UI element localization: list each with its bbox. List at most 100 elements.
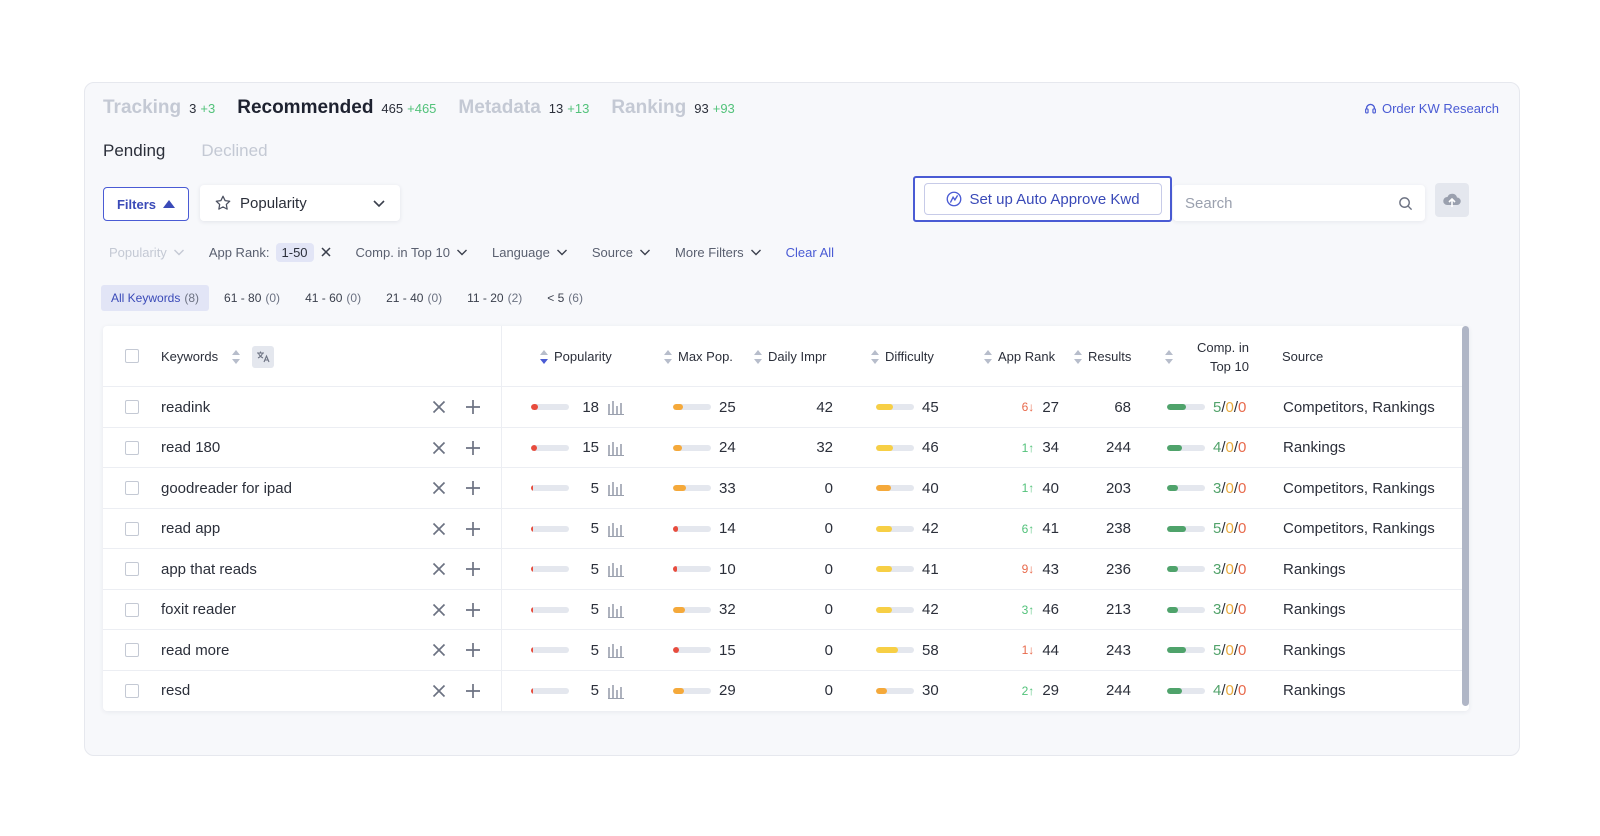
range-tab-41-60[interactable]: 41 - 60 (0) [295, 285, 371, 311]
header-difficulty[interactable]: Difficulty [870, 326, 934, 387]
table-scrollbar[interactable] [1462, 326, 1469, 706]
comp-value: 3/0/0 [1213, 560, 1247, 578]
difficulty-bar-fill [876, 525, 892, 532]
difficulty-cell: 58 [876, 630, 939, 670]
popularity-value: 5 [590, 641, 599, 659]
range-tab-all[interactable]: All Keywords (8) [101, 285, 210, 311]
max-pop-value: 24 [719, 439, 736, 456]
range-tab-under-5[interactable]: < 5 (6) [537, 285, 593, 311]
trend-chart-icon[interactable] [607, 439, 625, 457]
add-button[interactable] [465, 549, 483, 589]
search-icon[interactable] [1398, 196, 1413, 211]
subtab-pending[interactable]: Pending [103, 141, 165, 161]
comp-strong: 4 [1213, 439, 1222, 456]
trend-chart-icon[interactable] [607, 682, 625, 700]
add-button[interactable] [465, 387, 483, 427]
header-results[interactable]: Results [1073, 326, 1131, 387]
filter-popularity-label: Popularity [109, 244, 167, 260]
search-input[interactable] [1185, 194, 1398, 212]
header-keywords[interactable]: Keywords [161, 326, 275, 387]
results-value: 244 [1105, 439, 1131, 456]
decline-button[interactable] [431, 387, 449, 427]
sort-icon [984, 349, 992, 364]
auto-approve-button[interactable]: Set up Auto Approve Kwd [923, 183, 1162, 215]
row-checkbox[interactable] [125, 481, 139, 495]
row-checkbox[interactable] [125, 643, 139, 657]
subtab-declined[interactable]: Declined [201, 141, 267, 161]
range-tab-61-80[interactable]: 61 - 80 (0) [214, 285, 290, 311]
clear-all-link[interactable]: Clear All [786, 245, 834, 260]
row-checkbox[interactable] [125, 400, 139, 414]
decline-button[interactable] [431, 549, 449, 589]
decline-button[interactable] [431, 428, 449, 468]
header-daily-impr[interactable]: Daily Impr [753, 326, 827, 387]
comp-top10-cell: 5/0/0 [1167, 387, 1246, 427]
tab-tracking[interactable]: Tracking 3 +3 [103, 97, 215, 119]
range-tab-11-20[interactable]: 11 - 20 (2) [457, 285, 532, 311]
row-checkbox[interactable] [125, 440, 139, 455]
export-button[interactable] [1435, 183, 1469, 217]
tab-ranking[interactable]: Ranking 93 +93 [611, 97, 734, 119]
comp-value: 3/0/0 [1213, 479, 1247, 497]
difficulty-bar-fill [876, 606, 892, 613]
row-checkbox[interactable] [125, 562, 139, 576]
trend-chart-icon[interactable] [607, 641, 625, 659]
results-value: 238 [1105, 520, 1131, 537]
filter-comp-top10[interactable]: Comp. in Top 10 [356, 245, 468, 260]
row-checkbox[interactable] [125, 683, 139, 698]
difficulty-bar [876, 647, 914, 653]
trend-chart-icon[interactable] [607, 601, 625, 619]
plus-icon [466, 521, 480, 536]
filter-app-rank-value[interactable]: 1-50 [275, 242, 314, 262]
filter-more-label: More Filters [675, 244, 744, 260]
range-tab-label: 61 - 80 [224, 291, 262, 305]
filter-language[interactable]: Language [492, 245, 568, 260]
filter-source[interactable]: Source [592, 245, 651, 260]
header-popularity[interactable]: Popularity [539, 326, 612, 387]
status-subtabs: Pending Declined [103, 141, 268, 161]
row-checkbox[interactable] [125, 602, 139, 617]
close-icon[interactable] [320, 246, 332, 258]
comp-bar [1167, 647, 1205, 653]
filter-more[interactable]: More Filters [675, 245, 762, 260]
header-label: Daily Impr [768, 349, 827, 364]
popularity-bar [531, 687, 569, 694]
daily-impr-value: 0 [824, 682, 833, 699]
tab-recommended[interactable]: Recommended 465 +465 [237, 97, 436, 119]
header-app-rank[interactable]: App Rank [983, 326, 1055, 387]
add-button[interactable] [465, 428, 483, 468]
range-tab-21-40[interactable]: 21 - 40 (0) [376, 285, 452, 311]
add-button[interactable] [465, 468, 483, 508]
decline-button[interactable] [431, 671, 449, 711]
popularity-bar-fill [531, 444, 537, 451]
decline-button[interactable] [431, 468, 449, 508]
filters-button[interactable]: Filters [103, 187, 189, 221]
add-button[interactable] [465, 509, 483, 549]
trend-chart-icon[interactable] [607, 520, 625, 538]
add-button[interactable] [465, 671, 483, 711]
header-comp-top10[interactable]: Comp. in Top 10 [1193, 326, 1249, 387]
decline-button[interactable] [431, 509, 449, 549]
range-tab-count: (0) [265, 291, 281, 305]
select-all-checkbox[interactable] [125, 349, 139, 363]
close-icon [432, 603, 446, 616]
filter-popularity[interactable]: Popularity [109, 245, 185, 260]
header-comp-sort[interactable] [1164, 326, 1174, 387]
sort-icon [871, 349, 879, 364]
trend-chart-icon[interactable] [607, 560, 625, 578]
popularity-bar [531, 525, 569, 532]
add-button[interactable] [465, 630, 483, 670]
difficulty-cell: 41 [876, 549, 939, 589]
decline-button[interactable] [431, 630, 449, 670]
order-kw-research-link[interactable]: Order KW Research [1364, 101, 1499, 116]
header-max-pop[interactable]: Max Pop. [663, 326, 733, 387]
decline-button[interactable] [431, 590, 449, 630]
tab-metadata[interactable]: Metadata 13 +13 [458, 97, 589, 119]
row-checkbox[interactable] [125, 521, 139, 536]
header-label: Keywords [161, 349, 219, 364]
trend-chart-icon[interactable] [607, 479, 625, 497]
trend-chart-icon[interactable] [607, 398, 625, 416]
sort-select[interactable]: Popularity [200, 185, 400, 221]
translate-button[interactable] [252, 345, 275, 368]
add-button[interactable] [465, 590, 483, 630]
